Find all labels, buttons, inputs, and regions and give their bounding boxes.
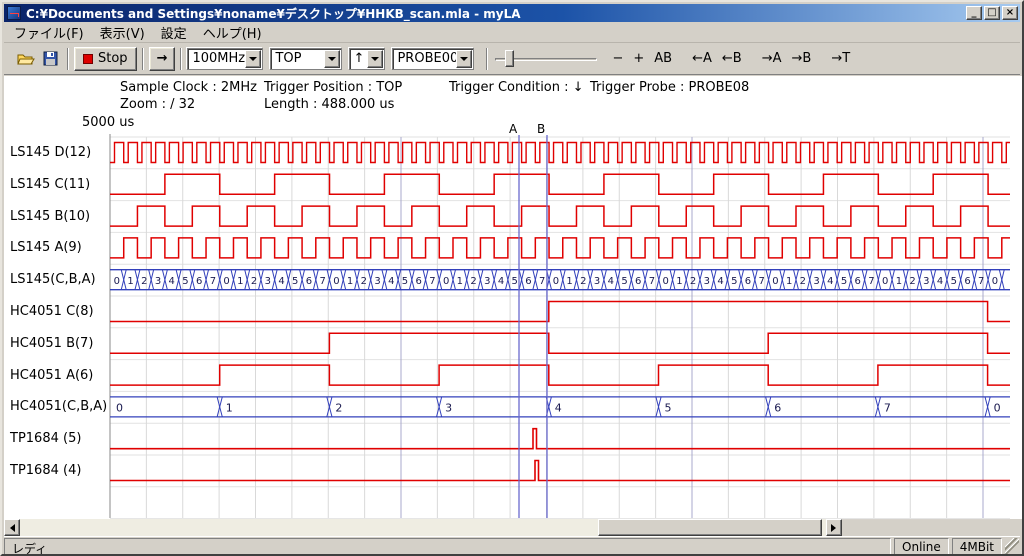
trigger-position-info: Trigger Position : TOP [264, 80, 402, 95]
close-button[interactable]: × [1002, 6, 1018, 20]
move-right-to-a-button[interactable]: →A [757, 48, 787, 69]
hscroll-thumb[interactable] [598, 519, 822, 536]
scroll-left-button[interactable] [4, 519, 20, 536]
minimize-button[interactable]: _ [966, 6, 982, 20]
toolbar-separator [180, 48, 182, 70]
zoom-info: Zoom : / 32 [120, 97, 195, 112]
trigger-edge-value: ↑ [350, 51, 367, 66]
open-folder-icon [17, 52, 35, 66]
open-button[interactable] [14, 48, 38, 70]
zoom-in-button[interactable]: + [628, 48, 649, 69]
floppy-icon [43, 51, 58, 66]
toolbar-separator [486, 48, 488, 70]
menu-settings[interactable]: 設定 [153, 21, 195, 44]
move-left-to-b-button[interactable]: ←B [717, 48, 747, 69]
zoom-ab-button[interactable]: AB [649, 48, 677, 69]
triangle-left-icon [6, 524, 15, 532]
goto-trigger-button[interactable]: →T [826, 48, 855, 69]
statusbar: レディ Online 4MBit [4, 536, 1020, 556]
stop-icon [83, 54, 93, 64]
app-window: C:¥Documents and Settings¥noname¥デスクトップ¥… [0, 0, 1024, 556]
trigger-probe-info: Trigger Probe : PROBE08 [590, 80, 749, 95]
stop-label: Stop [98, 51, 128, 66]
menubar: ファイル(F) 表示(V) 設定 ヘルプ(H) [4, 22, 1020, 43]
horizontal-scrollbar[interactable] [4, 519, 842, 536]
stop-button[interactable]: Stop [74, 47, 137, 71]
clock-select[interactable]: 100MHz [187, 48, 263, 70]
toolbar-separator [142, 48, 144, 70]
maximize-button[interactable]: □ [984, 6, 1000, 20]
length-info: Length : 488.000 us [264, 97, 394, 112]
probe-select-value: PROBE00 [393, 51, 456, 66]
trigger-condition-info: Trigger Condition : ↓ [449, 80, 584, 95]
menu-file[interactable]: ファイル(F) [6, 21, 92, 44]
window-title: C:¥Documents and Settings¥noname¥デスクトップ¥… [24, 5, 966, 22]
triangle-right-icon [831, 524, 840, 532]
clock-select-value: 100MHz [188, 51, 245, 66]
zoom-slider[interactable] [493, 48, 599, 70]
zoom-out-button[interactable]: − [607, 48, 628, 69]
app-icon [7, 6, 21, 20]
menu-help[interactable]: ヘルプ(H) [195, 21, 270, 44]
menu-view[interactable]: 表示(V) [92, 21, 153, 44]
save-button[interactable] [38, 48, 62, 70]
scroll-right-button[interactable] [826, 519, 842, 536]
trigger-position-value: TOP [271, 51, 324, 66]
waveform-panel: Sample Clock : 2MHz Trigger Position : T… [4, 76, 1024, 519]
move-right-to-b-button[interactable]: →B [787, 48, 817, 69]
toolbar-separator [67, 48, 69, 70]
time-scale-label: 5000 us [82, 115, 134, 130]
status-ready: レディ [4, 538, 891, 555]
trigger-position-select[interactable]: TOP [270, 48, 342, 70]
sample-clock-info: Sample Clock : 2MHz [120, 80, 257, 95]
status-memory: 4MBit [952, 538, 1002, 555]
move-left-to-a-button[interactable]: ←A [687, 48, 717, 69]
probe-select[interactable]: PROBE00 [392, 48, 474, 70]
window-controls: _ □ × [966, 6, 1018, 20]
run-button[interactable]: → [149, 47, 176, 71]
chevron-down-icon[interactable] [367, 50, 383, 68]
chevron-down-icon[interactable] [324, 50, 340, 68]
resize-grip[interactable] [1005, 538, 1019, 555]
titlebar: C:¥Documents and Settings¥noname¥デスクトップ¥… [4, 4, 1020, 22]
chevron-down-icon[interactable] [245, 50, 261, 68]
zoom-slider-handle[interactable] [505, 50, 514, 67]
chevron-down-icon[interactable] [456, 50, 472, 68]
status-online: Online [894, 538, 949, 555]
toolbar: Stop → 100MHz TOP ↑ PROBE00 − + AB ←A ←B [4, 43, 1020, 75]
trigger-edge-select[interactable]: ↑ [349, 48, 385, 70]
